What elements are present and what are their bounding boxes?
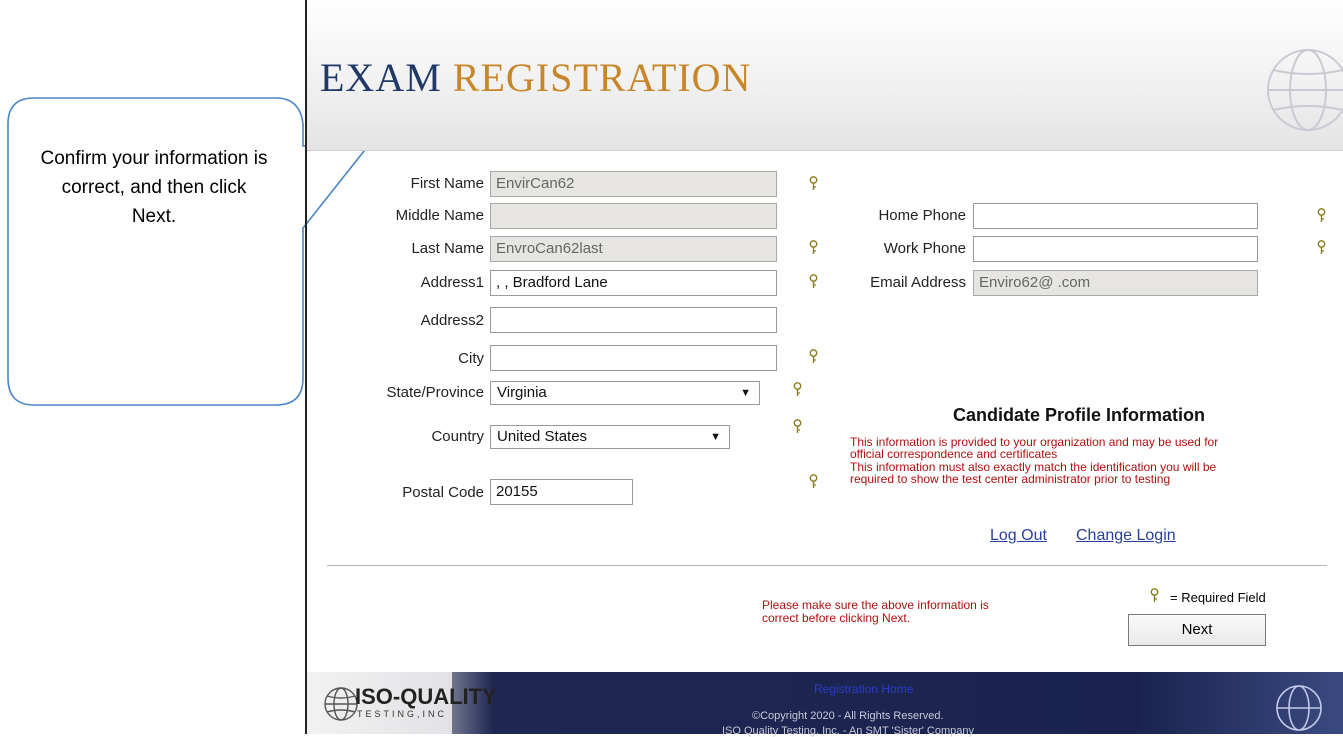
city-label: City: [458, 350, 484, 367]
required-key-icon: [793, 419, 802, 433]
required-key-icon: [809, 176, 818, 190]
title-registration: REGISTRATION: [452, 55, 752, 100]
section-divider: [327, 565, 1327, 566]
logout-link[interactable]: Log Out: [990, 527, 1047, 545]
notice-line1: Please make sure the above information i…: [762, 598, 989, 612]
notice-line2: correct before clicking Next.: [762, 611, 911, 625]
middle-name-label: Middle Name: [395, 207, 484, 224]
required-key-icon: [809, 274, 818, 288]
callout-text: Confirm your information is correct, and…: [40, 148, 268, 227]
logo-main-text: ISO-QUALITY: [355, 684, 497, 709]
required-key-icon: [1317, 208, 1326, 222]
dropdown-arrow-icon: ▼: [710, 431, 721, 443]
address2-input[interactable]: [490, 307, 777, 333]
logo-sub-text: TESTING,INC: [357, 709, 448, 719]
page-title: EXAM REGISTRATION: [320, 54, 751, 101]
email-label: Email Address: [870, 274, 966, 291]
postal-code-input[interactable]: 20155: [490, 479, 633, 505]
last-name-field[interactable]: EnvroCan62last: [490, 236, 777, 262]
registration-home-link[interactable]: Registration Home: [814, 682, 913, 696]
country-label: Country: [431, 428, 484, 445]
work-phone-label: Work Phone: [883, 240, 966, 257]
middle-name-field[interactable]: [490, 203, 777, 229]
city-input[interactable]: [490, 345, 777, 371]
address1-label: Address1: [420, 274, 484, 291]
home-phone-label: Home Phone: [878, 207, 966, 224]
last-name-label: Last Name: [411, 240, 484, 257]
company-text: ISO Quality Testing, Inc. - An SMT 'Sist…: [722, 725, 975, 737]
copyright-text: ©Copyright 2020 - All Rights Reserved.: [752, 710, 944, 722]
required-key-icon: [809, 349, 818, 363]
profile-title: Candidate Profile Information: [953, 405, 1206, 425]
page-header: EXAM REGISTRATION: [307, 0, 1343, 151]
state-label: State/Province: [386, 384, 484, 401]
state-selected-value: Virginia: [497, 384, 547, 401]
required-key-icon: [809, 474, 818, 488]
country-selected-value: United States: [497, 428, 588, 445]
required-key-icon: [793, 382, 802, 396]
change-login-link[interactable]: Change Login: [1076, 527, 1176, 545]
profile-note-line2: official correspondence and certificates: [850, 447, 1058, 461]
address2-label: Address2: [420, 312, 484, 329]
address1-input[interactable]: , , Bradford Lane: [490, 270, 777, 296]
home-phone-input[interactable]: [973, 203, 1258, 229]
email-field[interactable]: Enviro62@ .com: [973, 270, 1258, 296]
next-button[interactable]: Next: [1128, 614, 1266, 646]
work-phone-input[interactable]: [973, 236, 1258, 262]
first-name-label: First Name: [410, 175, 484, 192]
profile-note-line4: required to show the test center adminis…: [850, 472, 1171, 486]
postal-code-label: Postal Code: [402, 484, 484, 501]
country-select[interactable]: United States ▼: [490, 425, 730, 449]
title-exam: EXAM: [320, 55, 442, 100]
required-field-legend: = Required Field: [1170, 590, 1266, 605]
globe-watermark-icon: [1267, 49, 1343, 131]
required-key-icon: [1317, 240, 1326, 254]
state-select[interactable]: Virginia ▼: [490, 381, 760, 405]
globe-footer-icon: [1276, 685, 1322, 731]
dropdown-arrow-icon: ▼: [740, 387, 751, 399]
required-key-icon: [1150, 588, 1159, 602]
required-key-icon: [809, 240, 818, 254]
first-name-field[interactable]: EnvirCan62: [490, 171, 777, 197]
